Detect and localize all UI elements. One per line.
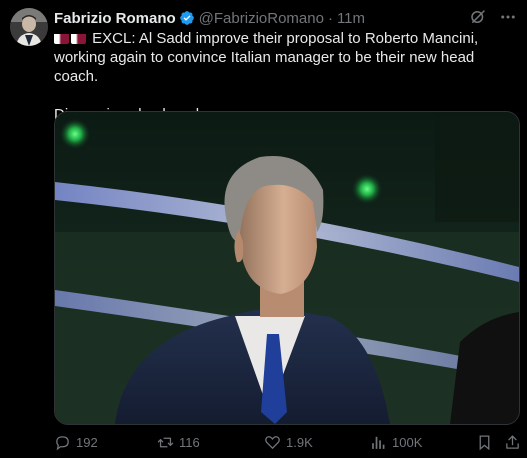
reply-button[interactable]: 192 xyxy=(54,432,98,452)
views-button[interactable]: 100K xyxy=(370,432,422,452)
share-button[interactable] xyxy=(504,432,521,452)
like-button[interactable]: 1.9K xyxy=(264,432,313,452)
tweet-paragraph-1: EXCL: Al Sadd improve their proposal to … xyxy=(54,29,520,86)
avatar[interactable] xyxy=(10,8,48,46)
action-bar: 192 116 1.9K 100K xyxy=(54,432,520,452)
repost-button[interactable]: 116 xyxy=(157,432,200,452)
header-icons xyxy=(469,8,517,30)
share-icon xyxy=(504,434,521,451)
more-icon[interactable] xyxy=(499,8,517,30)
timestamp[interactable]: 11m xyxy=(337,10,365,27)
verified-badge-icon xyxy=(179,10,195,26)
tweet-photo[interactable] xyxy=(54,111,520,425)
qatar-flag-icon xyxy=(54,32,69,44)
repost-count: 116 xyxy=(179,434,200,450)
heart-icon xyxy=(264,434,281,451)
tweet-text-line-1: EXCL: Al Sadd improve their proposal to … xyxy=(54,30,479,85)
bookmark-button[interactable] xyxy=(476,432,493,452)
bookmark-icon xyxy=(476,434,493,451)
reply-icon xyxy=(54,434,71,451)
tweet-header: Fabrizio Romano @FabrizioRomano · 11m xyxy=(54,8,517,28)
tweet: Fabrizio Romano @FabrizioRomano · 11m EX… xyxy=(0,0,527,458)
separator-dot: · xyxy=(327,9,333,27)
views-icon xyxy=(370,434,387,451)
author-handle[interactable]: @FabrizioRomano xyxy=(199,10,324,27)
qatar-flag-icon xyxy=(71,32,86,44)
views-count: 100K xyxy=(392,434,423,450)
like-count: 1.9K xyxy=(286,434,313,450)
grok-icon[interactable] xyxy=(469,8,487,30)
tweet-text: EXCL: Al Sadd improve their proposal to … xyxy=(54,29,520,124)
repost-icon xyxy=(157,434,174,451)
author-name[interactable]: Fabrizio Romano xyxy=(54,10,176,27)
reply-count: 192 xyxy=(76,434,98,450)
